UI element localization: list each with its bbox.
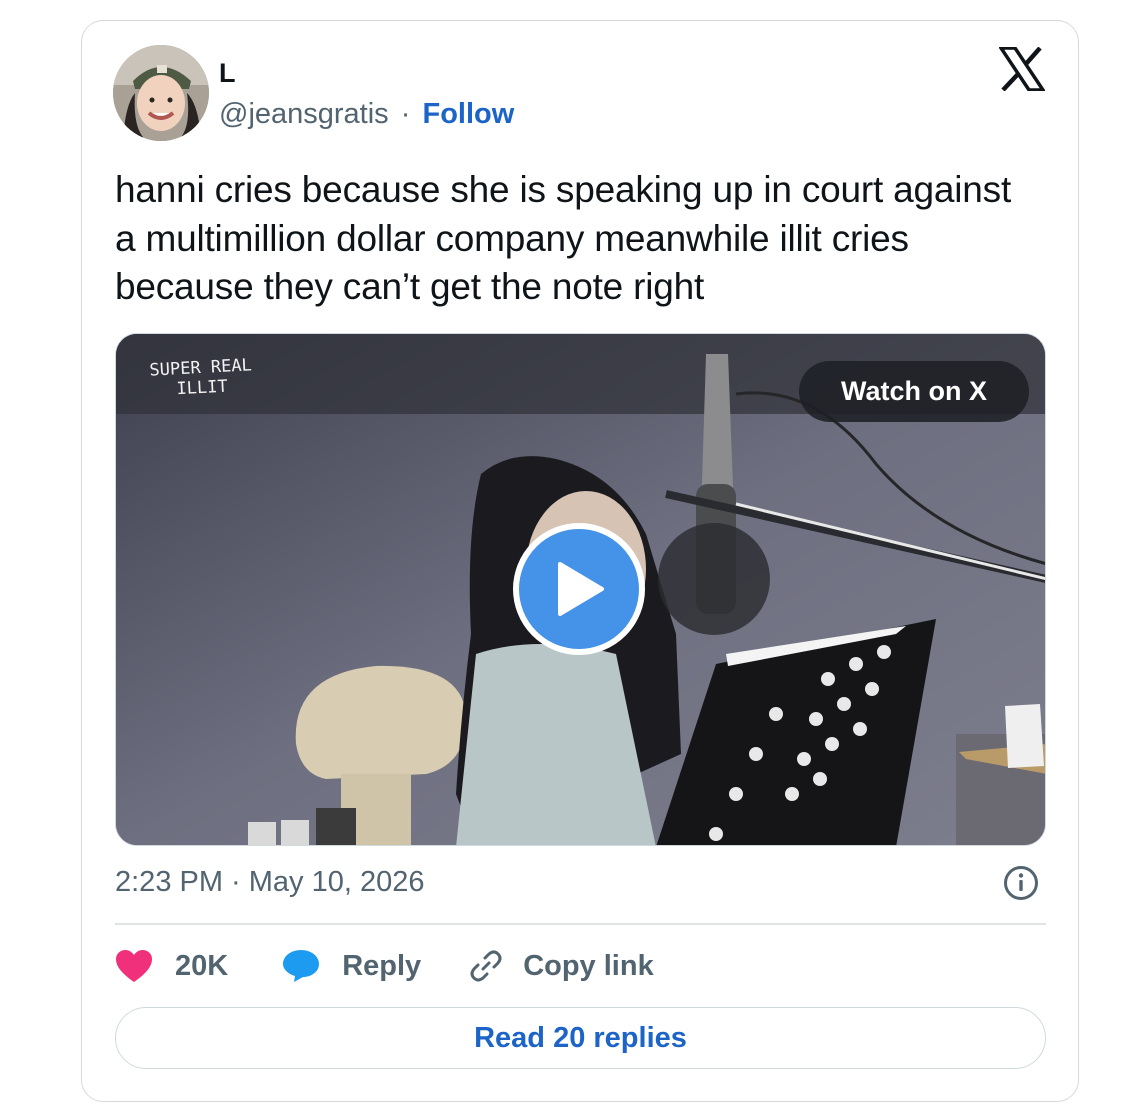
like-button[interactable]: 20K xyxy=(115,949,228,983)
watch-on-x-button[interactable]: Watch on X xyxy=(799,361,1029,422)
like-count: 20K xyxy=(175,949,229,982)
separator-dot: · xyxy=(400,98,411,130)
author-name: L xyxy=(219,58,236,88)
divider xyxy=(115,923,1046,925)
handle-row: @jeansgratis · Follow xyxy=(219,96,514,132)
play-button[interactable] xyxy=(513,523,645,655)
video-watermark: SUPER REAL ILLIT xyxy=(149,355,253,400)
avatar[interactable] xyxy=(113,45,209,141)
reply-button[interactable]: Reply xyxy=(282,949,421,983)
play-icon xyxy=(558,562,604,616)
follow-button[interactable]: Follow xyxy=(422,98,514,130)
author-handle[interactable]: @jeansgratis xyxy=(219,98,389,130)
video-media[interactable]: SUPER REAL ILLIT Watch on X xyxy=(115,333,1046,846)
action-bar: 20K Reply Copy link xyxy=(115,945,654,987)
heart-icon xyxy=(116,950,152,982)
reply-label: Reply xyxy=(342,949,422,982)
read-replies-button[interactable]: Read 20 replies xyxy=(115,1007,1046,1069)
info-icon[interactable] xyxy=(1003,865,1039,901)
link-icon xyxy=(470,950,502,982)
copy-link-label: Copy link xyxy=(523,949,654,982)
x-logo-icon[interactable] xyxy=(999,47,1045,91)
copy-link-button[interactable]: Copy link xyxy=(469,949,654,983)
speech-bubble-icon xyxy=(283,950,320,982)
tweet-timestamp[interactable]: 2:23 PM · May 10, 2026 xyxy=(115,864,425,900)
tweet-text: hanni cries because she is speaking up i… xyxy=(115,169,1012,307)
